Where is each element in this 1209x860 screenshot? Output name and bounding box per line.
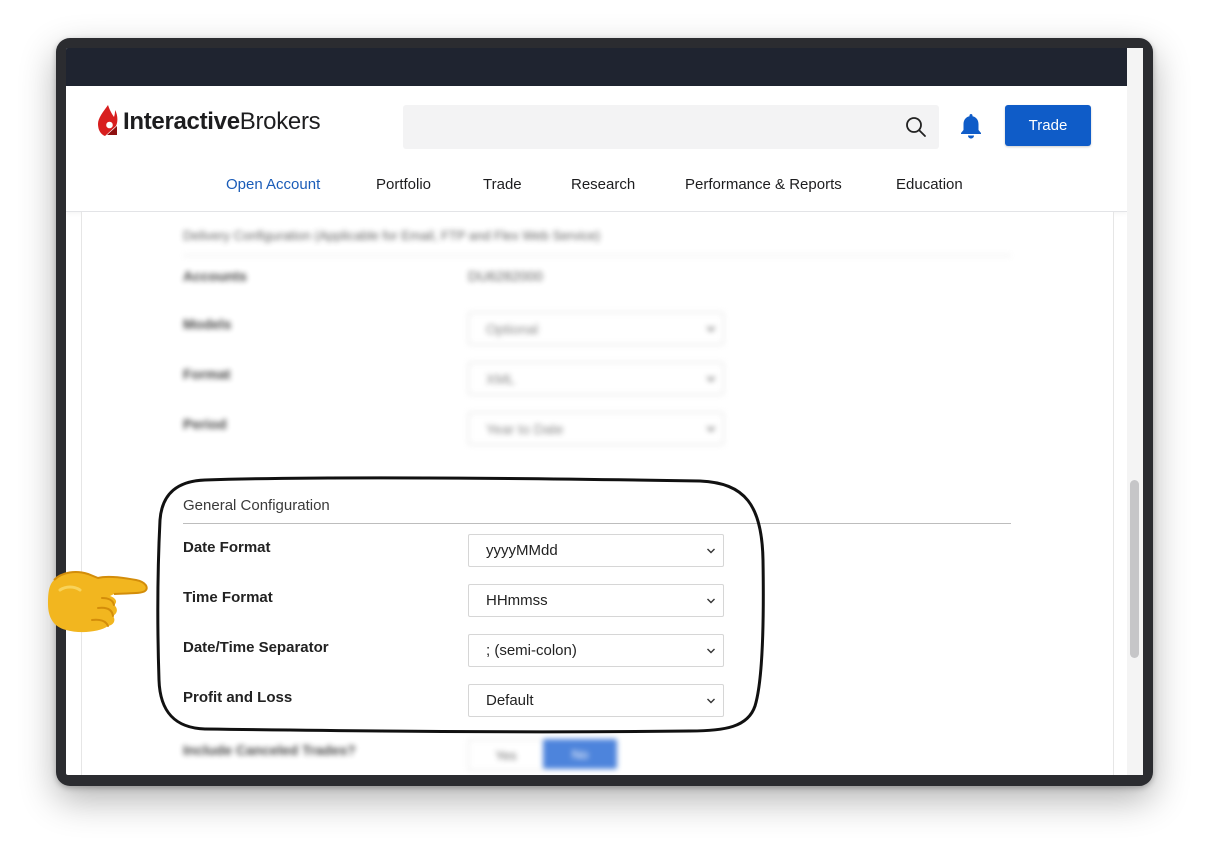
search-input[interactable] xyxy=(403,105,939,149)
canceled-no-button[interactable]: No xyxy=(543,739,617,769)
general-configuration-title: General Configuration xyxy=(183,497,330,514)
nav-trade[interactable]: Trade xyxy=(483,176,522,193)
date-format-select[interactable]: yyyyMMdd xyxy=(468,534,724,567)
date-time-separator-value: ; (semi-colon) xyxy=(486,642,577,659)
profit-and-loss-value: Default xyxy=(486,692,534,709)
chevron-down-icon xyxy=(707,648,715,654)
nav-performance-reports[interactable]: Performance & Reports xyxy=(685,176,842,193)
browser-screen: InteractiveBrokers Trade Open Account Po… xyxy=(66,48,1143,775)
time-format-select[interactable]: HHmmss xyxy=(468,584,724,617)
nav-open-account[interactable]: Open Account xyxy=(226,176,320,193)
date-format-label: Date Format xyxy=(183,539,271,556)
period-value: Year to Date xyxy=(486,420,564,437)
canceled-trades-label: Include Canceled Trades? xyxy=(183,742,356,758)
chevron-down-icon xyxy=(707,326,715,332)
pointing-hand-icon xyxy=(48,571,148,633)
time-format-label: Time Format xyxy=(183,589,273,606)
period-select[interactable]: Year to Date xyxy=(468,412,724,445)
date-time-separator-select[interactable]: ; (semi-colon) xyxy=(468,634,724,667)
trade-button[interactable]: Trade xyxy=(1005,105,1091,146)
format-label: Format xyxy=(183,366,231,382)
canceled-yes-button[interactable]: Yes xyxy=(468,739,544,771)
date-format-value: yyyyMMdd xyxy=(486,542,558,559)
chevron-down-icon xyxy=(707,548,715,554)
scrollbar[interactable] xyxy=(1127,48,1143,775)
accounts-label: Accounts xyxy=(183,268,247,284)
period-label: Period xyxy=(183,416,227,432)
logo[interactable]: InteractiveBrokers xyxy=(97,104,321,140)
chevron-down-icon xyxy=(707,698,715,704)
logo-text: InteractiveBrokers xyxy=(123,108,321,135)
format-select[interactable]: XML xyxy=(468,362,724,395)
nav-portfolio[interactable]: Portfolio xyxy=(376,176,431,193)
delivery-section-title: Delivery Configuration (Applicable for E… xyxy=(183,228,601,243)
divider xyxy=(183,255,1011,256)
models-label: Models xyxy=(183,316,232,332)
models-select[interactable]: Optional xyxy=(468,312,724,345)
chevron-down-icon xyxy=(707,426,715,432)
bell-icon[interactable] xyxy=(959,112,983,140)
models-value: Optional xyxy=(486,320,539,337)
accounts-value: DU6282000 xyxy=(468,268,543,284)
main-content: Delivery Configuration (Applicable for E… xyxy=(81,212,1114,775)
format-value: XML xyxy=(486,370,515,387)
nav-education[interactable]: Education xyxy=(896,176,963,193)
profit-and-loss-select[interactable]: Default xyxy=(468,684,724,717)
chevron-down-icon xyxy=(707,376,715,382)
search-icon[interactable] xyxy=(905,116,927,138)
date-time-separator-label: Date/Time Separator xyxy=(183,639,329,656)
time-format-value: HHmmss xyxy=(486,592,548,609)
chevron-down-icon xyxy=(707,598,715,604)
profit-and-loss-label: Profit and Loss xyxy=(183,689,293,706)
general-divider xyxy=(183,523,1011,524)
top-bar xyxy=(66,48,1127,86)
scrollbar-thumb[interactable] xyxy=(1130,480,1139,658)
logo-flame-icon xyxy=(98,105,118,136)
main-nav: Open Account Portfolio Trade Research Pe… xyxy=(66,176,1127,200)
nav-research[interactable]: Research xyxy=(571,176,635,193)
